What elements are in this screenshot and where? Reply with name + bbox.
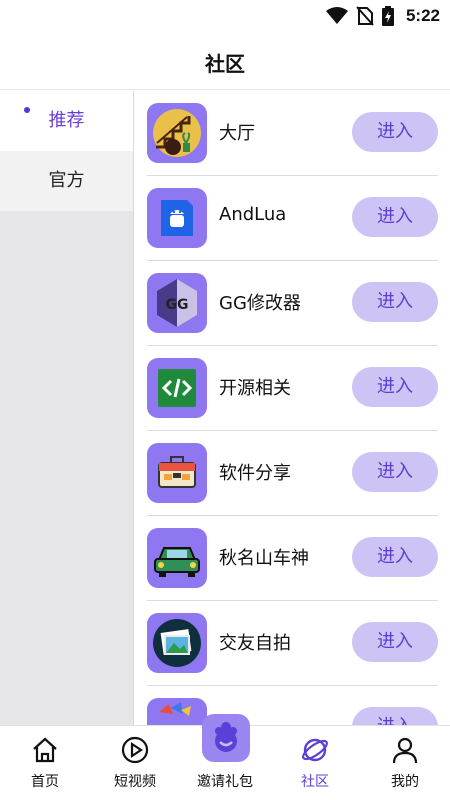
sidebar-item-recommended[interactable]: 推荐 (0, 91, 133, 151)
list-item[interactable]: 进入 (147, 686, 438, 725)
category-sidebar: 推荐 官方 (0, 91, 134, 725)
enter-button[interactable]: 进入 (352, 452, 438, 492)
planet-icon (302, 738, 328, 762)
nav-profile[interactable]: 我的 (360, 726, 450, 800)
forum-name: 交友自拍 (219, 633, 291, 654)
home-icon (33, 737, 57, 763)
enter-button[interactable]: 进入 (352, 282, 438, 322)
nav-label: 首页 (31, 774, 59, 790)
list-item[interactable]: 大厅 进入 (147, 91, 438, 176)
svg-text:GG: GG (166, 297, 189, 313)
nav-label: 邀请礼包 (197, 774, 253, 790)
status-time: 5:22 (405, 6, 440, 25)
page-title: 社区 (205, 52, 245, 76)
enter-button[interactable]: 进入 (352, 622, 438, 662)
forum-name: 软件分享 (219, 463, 291, 484)
forum-name: AndLua (219, 204, 287, 225)
nav-home[interactable]: 首页 (0, 726, 90, 800)
screen: 5:22 社区 推荐 官方 大厅 进入 AndLua 进入 GG GG修改器 进… (0, 0, 450, 800)
battery-charging-icon (381, 6, 394, 26)
enter-button[interactable]: 进入 (352, 537, 438, 577)
gg-icon: GG (147, 273, 207, 333)
nav-label: 我的 (391, 774, 419, 790)
sidebar-item-label: 官方 (48, 170, 85, 191)
status-bar: 5:22 (0, 0, 450, 32)
list-item[interactable]: GG GG修改器 进入 (147, 261, 438, 346)
status-icons: 5:22 (325, 4, 440, 28)
enter-button[interactable]: 进入 (352, 112, 438, 152)
enter-button[interactable]: 进入 (352, 707, 438, 725)
photo-icon (147, 613, 207, 673)
active-indicator-dot (24, 107, 30, 113)
wifi-icon (325, 7, 348, 24)
no-sim-icon (356, 6, 374, 26)
enter-button[interactable]: 进入 (352, 197, 438, 237)
car-icon (147, 528, 207, 588)
nav-invite-gift[interactable]: 邀请礼包 (180, 714, 270, 800)
bottom-navigation: 首页 短视频 邀请礼包 社区 我的 (0, 714, 450, 800)
code-icon (147, 358, 207, 418)
header: 社区 (0, 32, 450, 90)
forum-name: 秋名山车神 (219, 548, 309, 569)
list-item[interactable]: 秋名山车神 进入 (147, 516, 438, 601)
list-item[interactable]: 开源相关 进入 (147, 346, 438, 431)
nav-community[interactable]: 社区 (270, 726, 360, 800)
partial-icon (147, 698, 207, 725)
person-icon (392, 737, 418, 764)
staircase-icon (147, 103, 207, 163)
forum-name: 大厅 (219, 123, 255, 144)
play-icon (121, 736, 149, 764)
forum-list: 大厅 进入 AndLua 进入 GG GG修改器 进入 开源相关 进入 软件分享… (135, 91, 450, 725)
list-item[interactable]: AndLua 进入 (147, 176, 438, 261)
gift-icon (202, 714, 250, 762)
list-item[interactable]: 软件分享 进入 (147, 431, 438, 516)
forum-name: GG修改器 (219, 293, 301, 314)
nav-label: 社区 (301, 774, 329, 790)
enter-button[interactable]: 进入 (352, 367, 438, 407)
android-file-icon (147, 188, 207, 248)
sidebar-item-label: 推荐 (48, 110, 85, 131)
list-item[interactable]: 交友自拍 进入 (147, 601, 438, 686)
forum-name: 开源相关 (219, 378, 291, 399)
nav-short-video[interactable]: 短视频 (90, 726, 180, 800)
toolbox-icon (147, 443, 207, 503)
nav-label: 短视频 (114, 774, 156, 790)
sidebar-item-official[interactable]: 官方 (0, 151, 133, 211)
